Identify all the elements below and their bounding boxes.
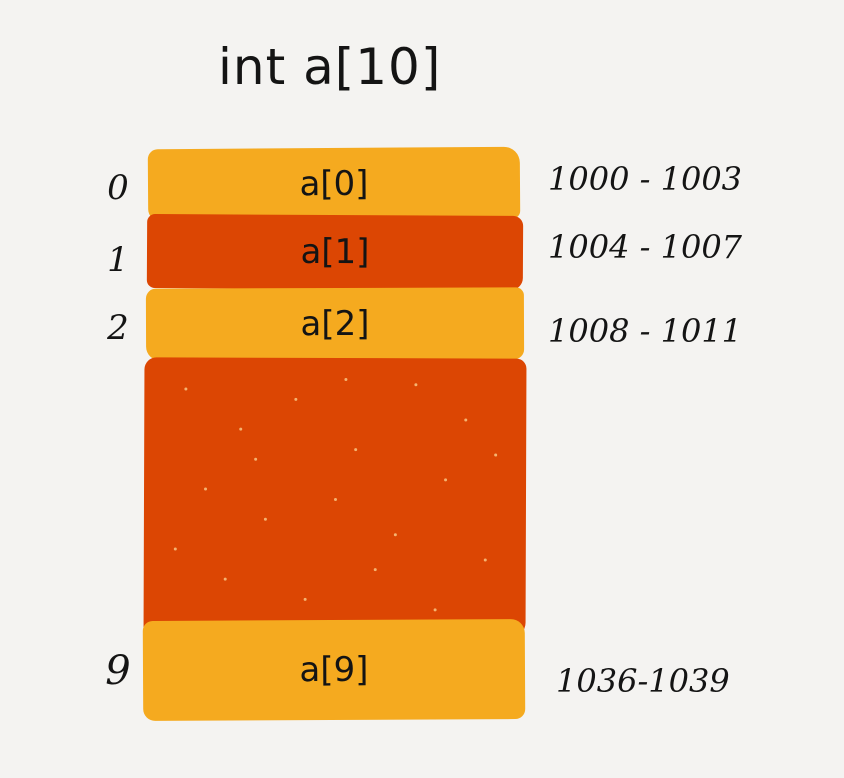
texture-speck	[263, 517, 267, 521]
address-range-a9: 1036-1039	[556, 662, 730, 700]
cell-label-a0: a[0]	[299, 163, 369, 205]
texture-speck	[483, 558, 487, 562]
texture-speck	[184, 387, 188, 391]
cell-label-a2: a[2]	[300, 303, 370, 345]
texture-speck	[204, 487, 208, 491]
texture-speck	[414, 383, 418, 387]
index-label-1: 1	[107, 240, 129, 280]
index-label-0: 0	[107, 168, 129, 208]
array-memory-diagram: int a[10] a[0] a[1] a[2] a[9] 0 1 2 9 10…	[0, 0, 844, 778]
texture-speck	[393, 533, 397, 537]
texture-speck	[303, 597, 307, 601]
texture-speck	[239, 427, 243, 431]
address-range-a1: 1004 - 1007	[548, 228, 743, 266]
diagram-title: int a[10]	[218, 38, 442, 96]
array-cells-omitted	[143, 357, 527, 639]
texture-speck	[444, 478, 448, 482]
array-cell-a0: a[0]	[147, 146, 521, 222]
cell-label-a1: a[1]	[300, 231, 370, 273]
texture-speck	[333, 497, 337, 502]
texture-speck	[494, 453, 498, 457]
texture-speck	[294, 397, 298, 401]
texture-speck	[373, 568, 377, 572]
array-cell-a9: a[9]	[142, 619, 526, 721]
address-range-a0: 1000 - 1003	[548, 160, 743, 198]
texture-speck	[254, 457, 258, 461]
texture-speck	[344, 378, 348, 382]
texture-speck	[464, 418, 468, 422]
index-label-2: 2	[107, 308, 129, 348]
texture-speck	[223, 577, 227, 581]
texture-speck	[433, 608, 437, 612]
texture-speck	[173, 547, 177, 551]
texture-speck	[354, 448, 358, 452]
array-cell-a1: a[1]	[146, 214, 524, 290]
address-range-a2: 1008 - 1011	[548, 312, 743, 350]
array-cell-a2: a[2]	[145, 287, 525, 361]
index-label-9: 9	[105, 648, 131, 694]
cell-label-a9: a[9]	[299, 649, 369, 691]
